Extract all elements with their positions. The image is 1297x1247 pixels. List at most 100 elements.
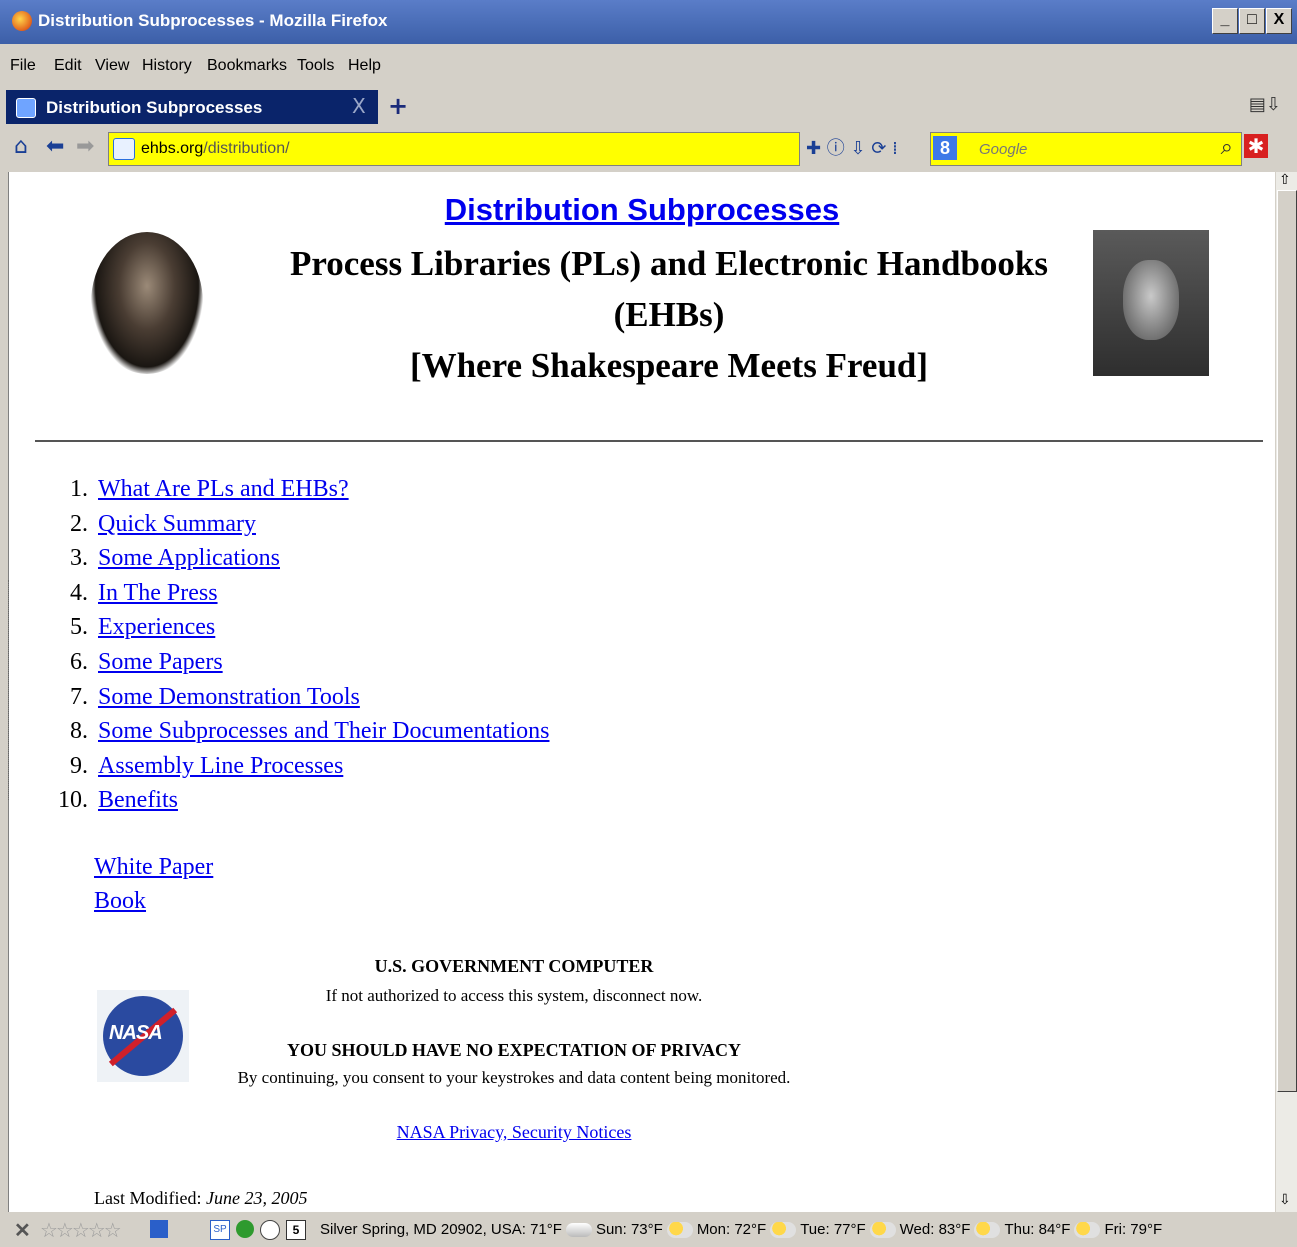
clock-icon[interactable] — [260, 1220, 280, 1240]
back-icon[interactable]: ⬅ — [46, 134, 64, 159]
white-paper-link[interactable]: White Paper — [94, 854, 213, 880]
book-row: Book — [94, 888, 146, 915]
toc-link-subprocesses-documentations[interactable]: Some Subprocesses and Their Documentatio… — [98, 718, 549, 744]
scroll-up-icon[interactable]: ⇧ — [1279, 172, 1291, 188]
toc-link-experiences[interactable]: Experiences — [98, 614, 215, 640]
status-bar: ✕ ☆☆☆☆☆ SP 5 Silver Spring, MD 20902, US… — [0, 1212, 1297, 1247]
menu-file[interactable]: File — [10, 57, 36, 75]
partly-sunny-icon — [770, 1222, 797, 1239]
subtitle-line-2: (EHBs) — [613, 295, 725, 334]
url-path: /distribution/ — [203, 140, 290, 157]
toc-item: Quick Summary — [94, 507, 549, 542]
gov-computer-title: U.S. GOVERNMENT COMPUTER — [374, 956, 654, 976]
last-modified: Last Modified: June 23, 2005 — [94, 1188, 307, 1209]
toc-link-some-applications[interactable]: Some Applications — [98, 545, 280, 571]
calendar-icon[interactable]: 5 — [286, 1220, 306, 1240]
partly-sunny-icon — [974, 1222, 1001, 1239]
white-paper-row: White Paper — [94, 854, 213, 881]
vertical-scrollbar[interactable]: ⇧ ⇩ — [1276, 172, 1297, 1212]
nasa-privacy-link[interactable]: NASA Privacy, Security Notices — [397, 1122, 632, 1142]
tab-distribution-subprocesses[interactable]: Distribution Subprocesses X — [6, 90, 378, 124]
toc-link-what-are-pls[interactable]: What Are PLs and EHBs? — [98, 476, 349, 502]
toc-item: Some Subprocesses and Their Documentatio… — [94, 714, 549, 749]
search-box[interactable]: 8 Google ⌕ — [930, 132, 1242, 166]
book-link[interactable]: Book — [94, 888, 146, 914]
menu-view[interactable]: View — [95, 57, 129, 75]
list-all-tabs-icon[interactable]: ▤⇩ — [1249, 94, 1281, 115]
gov-computer-notice: If not authorized to access this system,… — [325, 986, 703, 1005]
nasa-logo-text: NASA — [109, 1022, 163, 1044]
toc-item: Assembly Line Processes — [94, 749, 549, 784]
page-icon — [16, 98, 36, 118]
minimize-button[interactable]: _ — [1212, 8, 1238, 34]
forecast-day: Tue: 77°F — [800, 1221, 866, 1238]
search-engine-icon[interactable]: 8 — [933, 136, 957, 160]
table-of-contents: What Are PLs and EHBs? Quick Summary Som… — [49, 472, 549, 818]
subtitle-line-3: [Where Shakespeare Meets Freud] — [409, 346, 929, 385]
forward-icon[interactable]: ➡ — [76, 134, 94, 159]
toc-item: Some Demonstration Tools — [94, 680, 549, 715]
menu-bookmarks[interactable]: Bookmarks — [207, 57, 287, 75]
close-button[interactable]: X — [1266, 8, 1292, 34]
navigation-toolbar: ⌂ ⬅ ➡ ehbs.org/distribution/ ✚ ⓘ ⇩ ⟳ ⁞ 8… — [0, 128, 1297, 170]
heading-link[interactable]: Distribution Subprocesses — [445, 192, 839, 227]
forecast-day: Mon: 72°F — [696, 1221, 767, 1238]
toc-item: What Are PLs and EHBs? — [94, 472, 549, 507]
close-status-icon[interactable]: ✕ — [14, 1218, 31, 1243]
window-titlebar: Distribution Subprocesses - Mozilla Fire… — [0, 0, 1297, 44]
menu-tools[interactable]: Tools — [297, 57, 334, 75]
addon-icon[interactable]: ✱ — [1244, 134, 1268, 158]
nasa-notices-row: NASA Privacy, Security Notices — [189, 1122, 839, 1143]
search-input[interactable]: Google — [979, 141, 1027, 158]
toc-item: Benefits — [94, 783, 549, 818]
toc-link-demonstration-tools[interactable]: Some Demonstration Tools — [98, 684, 360, 710]
tab-bar: Distribution Subprocesses X + ▤⇩ — [0, 88, 1297, 126]
search-icon[interactable]: ⌕ — [1221, 135, 1233, 160]
green-status-icon[interactable] — [236, 1220, 254, 1238]
menu-history[interactable]: History — [142, 57, 192, 75]
firefox-icon — [12, 11, 32, 31]
site-identity-icon[interactable] — [113, 138, 135, 160]
toc-link-quick-summary[interactable]: Quick Summary — [98, 511, 256, 537]
url-bar[interactable]: ehbs.org/distribution/ — [108, 132, 800, 166]
cloud-icon — [565, 1223, 592, 1238]
new-tab-button[interactable]: + — [388, 92, 408, 120]
privacy-title: YOU SHOULD HAVE NO EXPECTATION OF PRIVAC… — [286, 1040, 742, 1060]
privacy-notice: By continuing, you consent to your keyst… — [237, 1068, 791, 1087]
toc-link-benefits[interactable]: Benefits — [98, 787, 178, 813]
freud-portrait — [1093, 230, 1209, 376]
forecast-day: Wed: 83°F — [899, 1221, 971, 1238]
scroll-thumb[interactable] — [1277, 190, 1297, 1092]
toc-item: Experiences — [94, 610, 549, 645]
subtitle-line-1: Process Libraries (PLs) and Electronic H… — [289, 244, 1049, 283]
tab-label: Distribution Subprocesses — [46, 98, 263, 117]
forecast-day: Sun: 73°F — [595, 1221, 663, 1238]
rating-stars-icon[interactable]: ☆☆☆☆☆ — [40, 1218, 122, 1243]
toolbar-addon-icons[interactable]: ✚ ⓘ ⇩ ⟳ ⁞ — [806, 134, 898, 160]
url-host: ehbs.org — [141, 140, 204, 157]
scroll-down-icon[interactable]: ⇩ — [1279, 1192, 1291, 1208]
addon-status-icon[interactable] — [150, 1220, 168, 1238]
forecast-day: Fri: 79°F — [1104, 1221, 1163, 1238]
last-modified-date: June 23, 2005 — [205, 1188, 308, 1208]
sidebar-grip[interactable] — [8, 580, 19, 800]
page-content: Distribution Subprocesses Process Librar… — [8, 172, 1275, 1212]
shakespeare-portrait — [91, 232, 203, 374]
last-modified-label: Last Modified: — [94, 1188, 202, 1208]
menu-help[interactable]: Help — [348, 57, 381, 75]
home-icon[interactable]: ⌂ — [14, 134, 28, 159]
partly-sunny-icon — [869, 1222, 896, 1239]
sp-icon[interactable]: SP — [210, 1220, 230, 1240]
nasa-logo: NASA — [97, 990, 189, 1082]
toc-item: Some Applications — [94, 541, 549, 576]
toc-link-assembly-line[interactable]: Assembly Line Processes — [98, 753, 343, 779]
weather-forecast[interactable]: Silver Spring, MD 20902, USA: 71°F Sun: 7… — [320, 1221, 1163, 1239]
menu-edit[interactable]: Edit — [54, 57, 82, 75]
maximize-button[interactable]: □ — [1239, 8, 1265, 34]
tab-close-icon[interactable]: X — [352, 94, 366, 118]
toc-link-some-papers[interactable]: Some Papers — [98, 649, 223, 675]
url-text: ehbs.org/distribution/ — [141, 140, 290, 158]
toc-link-in-the-press[interactable]: In The Press — [98, 580, 218, 606]
partly-sunny-icon — [1074, 1222, 1101, 1239]
window-title: Distribution Subprocesses - Mozilla Fire… — [38, 11, 388, 30]
